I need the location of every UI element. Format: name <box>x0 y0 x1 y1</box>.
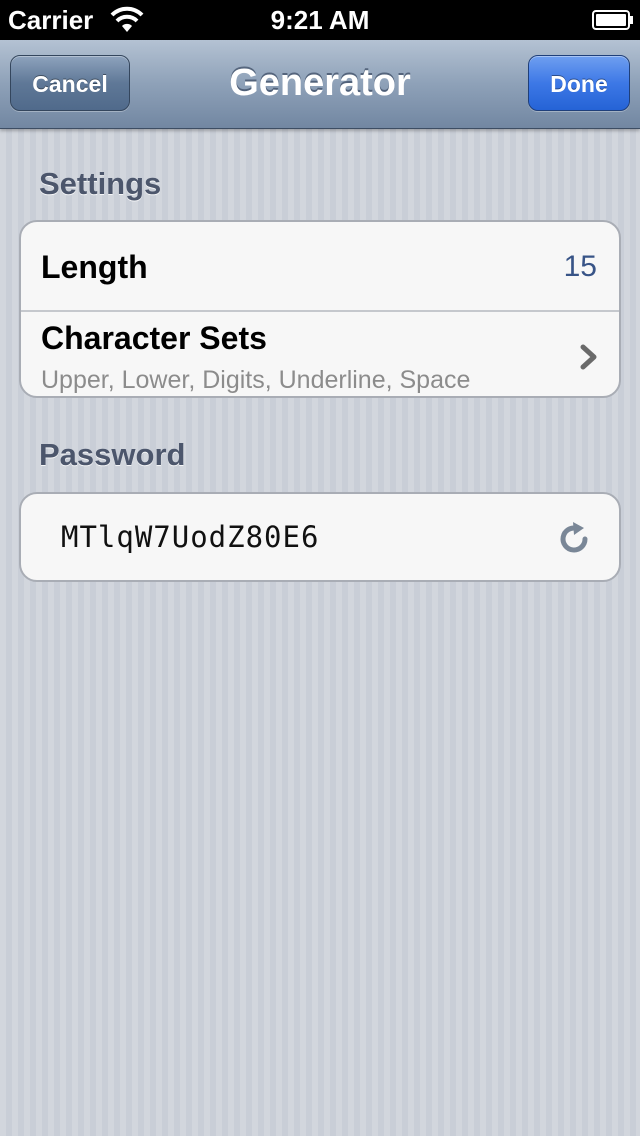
navigation-bar: Cancel Generator Done <box>0 40 640 129</box>
refresh-icon[interactable] <box>555 520 593 558</box>
password-group: MTlqW7UodZ80E6 <box>19 492 621 582</box>
length-label: Length <box>41 249 148 285</box>
settings-section-header: Settings <box>39 166 162 201</box>
clock-time: 9:21 AM <box>270 5 370 35</box>
length-row[interactable]: Length 15 <box>21 222 619 310</box>
character-sets-value: Upper, Lower, Digits, Underline, Space <box>41 366 471 394</box>
status-bar: Carrier 9:21 AM <box>0 0 640 40</box>
battery-icon <box>592 10 633 30</box>
password-row[interactable]: MTlqW7UodZ80E6 <box>21 494 619 580</box>
password-section-header: Password <box>39 437 186 472</box>
character-sets-label: Character Sets <box>41 320 267 356</box>
settings-group: Length 15 Character Sets Upper, Lower, D… <box>19 220 621 398</box>
character-sets-row[interactable]: Character Sets Upper, Lower, Digits, Und… <box>21 310 619 396</box>
chevron-right-icon <box>580 344 597 370</box>
length-value: 15 <box>563 250 597 283</box>
password-value[interactable]: MTlqW7UodZ80E6 <box>61 520 319 554</box>
done-button[interactable]: Done <box>528 55 630 111</box>
